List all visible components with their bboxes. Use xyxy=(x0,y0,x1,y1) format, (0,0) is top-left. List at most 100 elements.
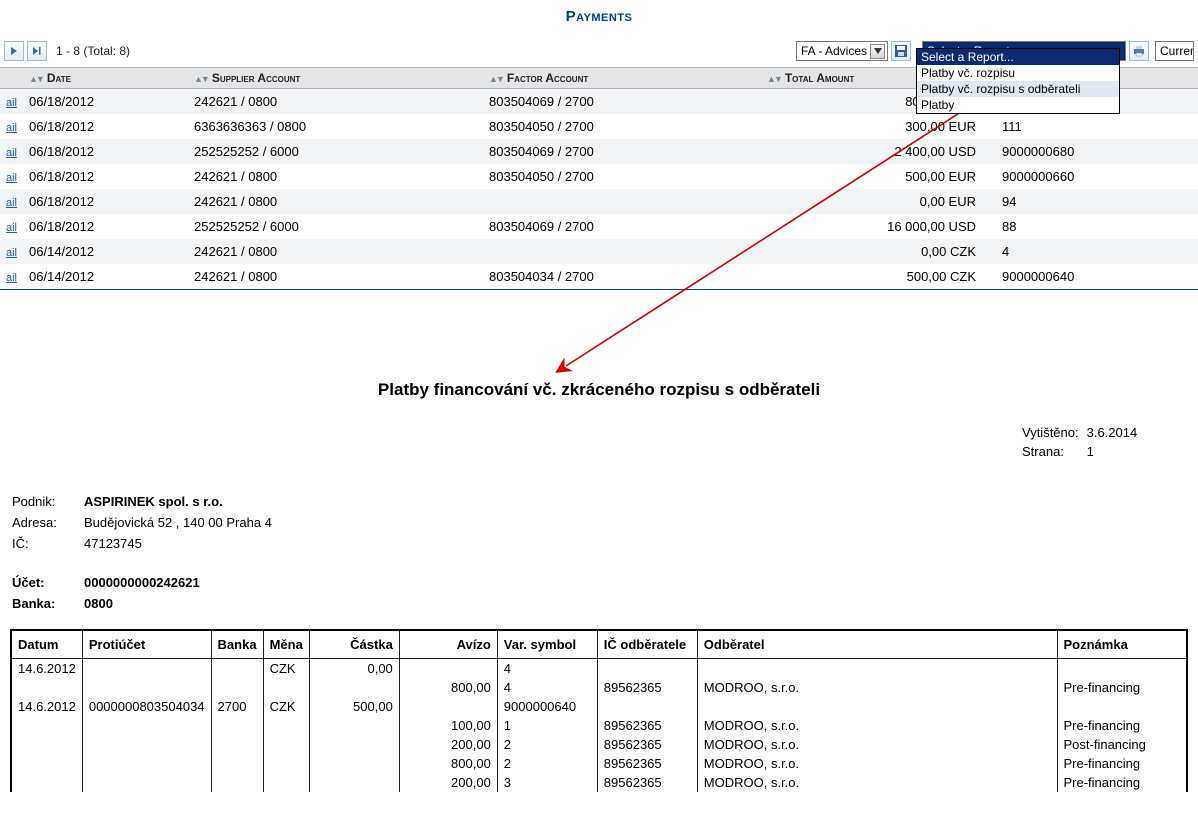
save-button[interactable] xyxy=(891,41,911,61)
next-page-button[interactable] xyxy=(4,41,24,61)
detail-link[interactable]: ail xyxy=(6,222,17,234)
report-meta: Vytištěno:3.6.2014 Strana:1 xyxy=(1020,422,1188,462)
detail-link[interactable]: ail xyxy=(6,247,17,259)
cell-supplier: 242621 / 0800 xyxy=(188,239,483,264)
detail-link[interactable]: ail xyxy=(6,97,17,109)
cell-ref: 9000000660 xyxy=(996,164,1198,189)
cell-date: 06/18/2012 xyxy=(23,214,188,239)
pager-info: 1 - 8 (Total: 8) xyxy=(56,44,130,58)
report-option-2[interactable]: Platby vč. rozpisu s odběrateli xyxy=(917,81,1119,97)
detail-row: 200,00389562365MODROO, s.r.o.Pre-financi… xyxy=(11,773,1187,792)
cell-date: 06/18/2012 xyxy=(23,189,188,214)
detail-row: 800,00489562365MODROO, s.r.o.Pre-financi… xyxy=(11,678,1187,697)
cell-factor: 803504069 / 2700 xyxy=(483,214,761,239)
cell-date: 06/18/2012 xyxy=(23,89,188,115)
cell-amount: 300,00 EUR xyxy=(761,114,996,139)
detail-link[interactable]: ail xyxy=(6,122,17,134)
detail-row: 14.6.201200000008035040342700CZK500,0090… xyxy=(11,697,1187,716)
cell-supplier: 242621 / 0800 xyxy=(188,164,483,189)
cell-amount: 500,00 EUR xyxy=(761,164,996,189)
cell-ref: 111 xyxy=(996,114,1198,139)
detail-link[interactable]: ail xyxy=(6,272,17,284)
cell-date: 06/18/2012 xyxy=(23,139,188,164)
chevron-right-icon xyxy=(9,46,19,56)
hdr-odberatel: Odběratel xyxy=(697,630,1057,659)
report-preview: Platby financování vč. zkráceného rozpis… xyxy=(0,380,1198,792)
col-factor[interactable]: ▲▼Factor Account xyxy=(483,68,761,89)
print-button[interactable] xyxy=(1129,41,1149,61)
cell-supplier: 242621 / 0800 xyxy=(188,89,483,115)
view-select[interactable]: FA - Advices xyxy=(796,41,888,61)
page-label: Strana: xyxy=(1022,443,1085,460)
cell-supplier: 242621 / 0800 xyxy=(188,189,483,214)
page-title: Payments xyxy=(0,0,1198,39)
table-row[interactable]: ail 06/14/2012242621 / 0800803504034 / 27… xyxy=(0,264,1198,290)
detail-row: 800,00289562365MODROO, s.r.o.Pre-financi… xyxy=(11,754,1187,773)
save-icon xyxy=(894,44,908,58)
table-row[interactable]: ail06/18/2012252525252 / 6000803504069 /… xyxy=(0,139,1198,164)
report-option-3[interactable]: Platby xyxy=(917,97,1119,113)
col-supplier[interactable]: ▲▼Supplier Account xyxy=(188,68,483,89)
page-value: 1 xyxy=(1087,443,1144,460)
cell-amount: 500,00 CZK xyxy=(761,264,996,290)
sort-icon: ▲▼ xyxy=(767,74,781,84)
cell-factor: 803504069 / 2700 xyxy=(483,89,761,115)
cell-factor xyxy=(483,239,761,264)
cell-amount: 2 400,00 USD xyxy=(761,139,996,164)
table-row[interactable]: ail 06/18/20126363636363 / 0800803504050 … xyxy=(0,114,1198,139)
col-date[interactable]: ▲▼Date xyxy=(23,68,188,89)
cell-supplier: 6363636363 / 0800 xyxy=(188,114,483,139)
hdr-vs: Var. symbol xyxy=(497,630,597,659)
cell-amount: 0,00 CZK xyxy=(761,239,996,264)
cell-date: 06/18/2012 xyxy=(23,164,188,189)
cell-date: 06/14/2012 xyxy=(23,264,188,290)
cell-supplier: 242621 / 0800 xyxy=(188,264,483,290)
printed-value: 3.6.2014 xyxy=(1087,424,1144,441)
hdr-ic: IČ odběratele xyxy=(597,630,697,659)
table-row[interactable]: ail 06/18/2012252525252 / 6000803504069 /… xyxy=(0,214,1198,239)
sort-icon: ▲▼ xyxy=(489,74,503,84)
hdr-protiucet: Protiúčet xyxy=(82,630,211,659)
hdr-mena: Měna xyxy=(263,630,309,659)
view-select-value: FA - Advices xyxy=(801,44,867,58)
report-title: Platby financování vč. zkráceného rozpis… xyxy=(10,380,1188,400)
cell-date: 06/18/2012 xyxy=(23,114,188,139)
cell-ref: 88 xyxy=(996,214,1198,239)
cell-factor: 803504050 / 2700 xyxy=(483,114,761,139)
cell-supplier: 252525252 / 6000 xyxy=(188,214,483,239)
hdr-poznamka: Poznámka xyxy=(1057,630,1187,659)
currency-field[interactable]: Curren xyxy=(1155,41,1194,61)
report-select-dropdown[interactable]: Select a Report... Platby vč. rozpisu Pl… xyxy=(916,48,1120,114)
table-row[interactable]: ail 06/14/2012242621 / 0800 0,00 CZK4 xyxy=(0,239,1198,264)
cell-ref: 9000000680 xyxy=(996,139,1198,164)
cell-factor: 803504050 / 2700 xyxy=(483,164,761,189)
report-detail-table: Datum Protiúčet Banka Měna Částka Avízo … xyxy=(10,629,1188,792)
cell-amount: 16 000,00 USD xyxy=(761,214,996,239)
hdr-datum: Datum xyxy=(11,630,82,659)
report-option-1[interactable]: Platby vč. rozpisu xyxy=(917,65,1119,81)
table-row[interactable]: ail 06/18/2012242621 / 0800803504050 / 27… xyxy=(0,164,1198,189)
hdr-castka: Částka xyxy=(309,630,399,659)
detail-link[interactable]: ail xyxy=(6,147,17,159)
cell-factor: 803504034 / 2700 xyxy=(483,264,761,290)
last-page-button[interactable] xyxy=(27,41,47,61)
printer-icon xyxy=(1132,44,1146,58)
detail-row: 100,00189562365MODROO, s.r.o.Pre-financi… xyxy=(11,716,1187,735)
detail-link[interactable]: ail xyxy=(6,172,17,184)
company-block: Podnik:ASPIRINEK spol. s r.o. Adresa:Bud… xyxy=(10,490,1188,615)
detail-row: 14.6.2012CZK0,004 xyxy=(11,659,1187,679)
cell-date: 06/14/2012 xyxy=(23,239,188,264)
hdr-banka: Banka xyxy=(211,630,263,659)
cell-ref: 9000000640 xyxy=(996,264,1198,290)
chevron-down-icon xyxy=(870,44,885,59)
report-option-0[interactable]: Select a Report... xyxy=(917,49,1119,65)
table-row[interactable]: ail06/18/2012242621 / 08000,00 EUR94 xyxy=(0,189,1198,214)
cell-amount: 0,00 EUR xyxy=(761,189,996,214)
sort-icon: ▲▼ xyxy=(194,74,208,84)
sort-icon: ▲▼ xyxy=(29,74,43,84)
cell-factor: 803504069 / 2700 xyxy=(483,139,761,164)
detail-link[interactable]: ail xyxy=(6,197,17,209)
cell-factor xyxy=(483,189,761,214)
cell-ref: 4 xyxy=(996,239,1198,264)
currency-value: Curren xyxy=(1160,44,1194,58)
